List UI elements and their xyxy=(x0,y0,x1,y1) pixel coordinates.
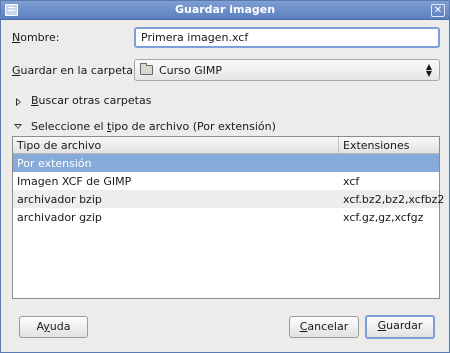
folder-icon xyxy=(140,63,153,75)
row-ext: xcf xyxy=(343,175,360,188)
folder-label: Guardar en la carpeta: xyxy=(12,64,137,77)
column-header-type[interactable]: Tipo de archivo xyxy=(17,139,101,152)
row-ext: xcf.gz,gz,xcfgz xyxy=(343,211,424,224)
row-type: archivador bzip xyxy=(17,193,102,206)
cancel-button[interactable]: Cancelar xyxy=(289,316,359,338)
save-image-dialog: Guardar imagen ✕ Nombre: Primera imagen.… xyxy=(0,0,450,353)
table-row[interactable]: archivador bzip xcf.bz2,bz2,xcfbz2 xyxy=(13,190,444,208)
browse-folders-expander[interactable]: Buscar otras carpetas xyxy=(31,94,151,107)
column-divider[interactable] xyxy=(338,137,339,154)
close-icon[interactable]: ✕ xyxy=(431,4,445,17)
title-bar[interactable]: Guardar imagen ✕ xyxy=(1,1,449,20)
row-type: Por extensión xyxy=(17,157,92,170)
name-label: Nombre: xyxy=(12,31,60,44)
expand-down-icon[interactable] xyxy=(14,124,22,129)
table-row[interactable]: Imagen XCF de GIMP xcf xyxy=(13,172,439,190)
combo-arrows-icon: ▲ ▼ xyxy=(425,62,433,78)
row-ext: xcf.bz2,bz2,xcfbz2 xyxy=(343,193,445,206)
row-type: Imagen XCF de GIMP xyxy=(17,175,132,188)
table-row[interactable]: archivador gzip xcf.gz,gz,xcfgz xyxy=(13,208,439,226)
filetype-table: Tipo de archivo Extensiones Por extensió… xyxy=(12,136,444,299)
expand-right-icon[interactable] xyxy=(16,98,21,106)
help-button[interactable]: Ayuda xyxy=(19,316,88,338)
column-header-extensions[interactable]: Extensiones xyxy=(343,139,410,152)
window-title: Guardar imagen xyxy=(174,3,276,16)
table-row[interactable]: Por extensión xyxy=(13,154,439,172)
row-type: archivador gzip xyxy=(17,211,102,224)
table-header: Tipo de archivo Extensiones xyxy=(13,137,439,154)
folder-value: Curso GIMP xyxy=(159,64,223,77)
save-button[interactable]: Guardar xyxy=(365,315,435,339)
folder-select[interactable]: Curso GIMP ▲ ▼ xyxy=(134,59,440,81)
name-field[interactable]: Primera imagen.xcf xyxy=(134,27,440,48)
filetype-expander[interactable]: Seleccione el tipo de archivo (Por exten… xyxy=(31,120,276,133)
